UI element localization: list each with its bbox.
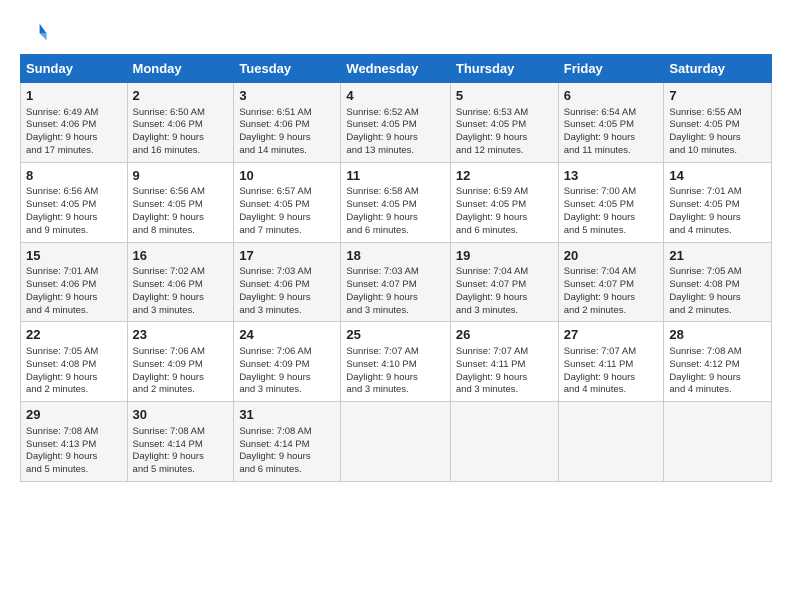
day-number: 5: [456, 87, 553, 105]
day-number: 12: [456, 167, 553, 185]
day-number: 14: [669, 167, 766, 185]
calendar-cell: 9Sunrise: 6:56 AMSunset: 4:05 PMDaylight…: [127, 162, 234, 242]
day-number: 6: [564, 87, 659, 105]
calendar-cell: 24Sunrise: 7:06 AMSunset: 4:09 PMDayligh…: [234, 322, 341, 402]
day-number: 13: [564, 167, 659, 185]
calendar-cell: 8Sunrise: 6:56 AMSunset: 4:05 PMDaylight…: [21, 162, 128, 242]
calendar-cell: 12Sunrise: 6:59 AMSunset: 4:05 PMDayligh…: [450, 162, 558, 242]
calendar-cell: 25Sunrise: 7:07 AMSunset: 4:10 PMDayligh…: [341, 322, 450, 402]
day-number: 10: [239, 167, 335, 185]
calendar-cell: 27Sunrise: 7:07 AMSunset: 4:11 PMDayligh…: [558, 322, 664, 402]
calendar-cell: 22Sunrise: 7:05 AMSunset: 4:08 PMDayligh…: [21, 322, 128, 402]
calendar-body: 1Sunrise: 6:49 AMSunset: 4:06 PMDaylight…: [21, 83, 772, 482]
day-number: 27: [564, 326, 659, 344]
calendar-cell: 3Sunrise: 6:51 AMSunset: 4:06 PMDaylight…: [234, 83, 341, 163]
calendar-cell: 26Sunrise: 7:07 AMSunset: 4:11 PMDayligh…: [450, 322, 558, 402]
calendar-cell: 4Sunrise: 6:52 AMSunset: 4:05 PMDaylight…: [341, 83, 450, 163]
day-number: 21: [669, 247, 766, 265]
weekday-header-wednesday: Wednesday: [341, 55, 450, 83]
calendar-cell: 5Sunrise: 6:53 AMSunset: 4:05 PMDaylight…: [450, 83, 558, 163]
day-number: 24: [239, 326, 335, 344]
calendar-cell: 13Sunrise: 7:00 AMSunset: 4:05 PMDayligh…: [558, 162, 664, 242]
calendar-cell: [664, 402, 772, 482]
calendar-cell: 19Sunrise: 7:04 AMSunset: 4:07 PMDayligh…: [450, 242, 558, 322]
week-row-2: 8Sunrise: 6:56 AMSunset: 4:05 PMDaylight…: [21, 162, 772, 242]
page: SundayMondayTuesdayWednesdayThursdayFrid…: [0, 0, 792, 492]
calendar-cell: 1Sunrise: 6:49 AMSunset: 4:06 PMDaylight…: [21, 83, 128, 163]
calendar-cell: [558, 402, 664, 482]
calendar-table: SundayMondayTuesdayWednesdayThursdayFrid…: [20, 54, 772, 482]
day-number: 3: [239, 87, 335, 105]
day-number: 8: [26, 167, 122, 185]
calendar-cell: 20Sunrise: 7:04 AMSunset: 4:07 PMDayligh…: [558, 242, 664, 322]
week-row-4: 22Sunrise: 7:05 AMSunset: 4:08 PMDayligh…: [21, 322, 772, 402]
calendar-cell: 14Sunrise: 7:01 AMSunset: 4:05 PMDayligh…: [664, 162, 772, 242]
week-row-1: 1Sunrise: 6:49 AMSunset: 4:06 PMDaylight…: [21, 83, 772, 163]
calendar-cell: 15Sunrise: 7:01 AMSunset: 4:06 PMDayligh…: [21, 242, 128, 322]
calendar-cell: 23Sunrise: 7:06 AMSunset: 4:09 PMDayligh…: [127, 322, 234, 402]
calendar-cell: [341, 402, 450, 482]
calendar-cell: 29Sunrise: 7:08 AMSunset: 4:13 PMDayligh…: [21, 402, 128, 482]
weekday-header-tuesday: Tuesday: [234, 55, 341, 83]
logo-icon: [20, 18, 48, 46]
day-number: 7: [669, 87, 766, 105]
day-number: 31: [239, 406, 335, 424]
day-number: 1: [26, 87, 122, 105]
day-number: 11: [346, 167, 444, 185]
weekday-header-monday: Monday: [127, 55, 234, 83]
calendar-cell: 21Sunrise: 7:05 AMSunset: 4:08 PMDayligh…: [664, 242, 772, 322]
day-number: 16: [133, 247, 229, 265]
calendar-cell: 2Sunrise: 6:50 AMSunset: 4:06 PMDaylight…: [127, 83, 234, 163]
weekday-header-friday: Friday: [558, 55, 664, 83]
weekday-row: SundayMondayTuesdayWednesdayThursdayFrid…: [21, 55, 772, 83]
day-number: 17: [239, 247, 335, 265]
day-number: 26: [456, 326, 553, 344]
calendar-cell: 17Sunrise: 7:03 AMSunset: 4:06 PMDayligh…: [234, 242, 341, 322]
day-number: 23: [133, 326, 229, 344]
day-number: 29: [26, 406, 122, 424]
day-number: 2: [133, 87, 229, 105]
day-number: 19: [456, 247, 553, 265]
calendar-cell: 10Sunrise: 6:57 AMSunset: 4:05 PMDayligh…: [234, 162, 341, 242]
day-number: 22: [26, 326, 122, 344]
day-number: 25: [346, 326, 444, 344]
weekday-header-thursday: Thursday: [450, 55, 558, 83]
day-number: 18: [346, 247, 444, 265]
weekday-header-saturday: Saturday: [664, 55, 772, 83]
day-number: 30: [133, 406, 229, 424]
day-number: 20: [564, 247, 659, 265]
logo: [20, 18, 52, 46]
calendar-cell: 28Sunrise: 7:08 AMSunset: 4:12 PMDayligh…: [664, 322, 772, 402]
calendar-cell: 11Sunrise: 6:58 AMSunset: 4:05 PMDayligh…: [341, 162, 450, 242]
calendar-header: SundayMondayTuesdayWednesdayThursdayFrid…: [21, 55, 772, 83]
week-row-3: 15Sunrise: 7:01 AMSunset: 4:06 PMDayligh…: [21, 242, 772, 322]
calendar-cell: 7Sunrise: 6:55 AMSunset: 4:05 PMDaylight…: [664, 83, 772, 163]
calendar-cell: [450, 402, 558, 482]
day-number: 9: [133, 167, 229, 185]
day-number: 15: [26, 247, 122, 265]
calendar-cell: 31Sunrise: 7:08 AMSunset: 4:14 PMDayligh…: [234, 402, 341, 482]
calendar-cell: 18Sunrise: 7:03 AMSunset: 4:07 PMDayligh…: [341, 242, 450, 322]
header: [20, 18, 772, 46]
day-number: 4: [346, 87, 444, 105]
day-number: 28: [669, 326, 766, 344]
calendar-cell: 6Sunrise: 6:54 AMSunset: 4:05 PMDaylight…: [558, 83, 664, 163]
weekday-header-sunday: Sunday: [21, 55, 128, 83]
calendar-cell: 30Sunrise: 7:08 AMSunset: 4:14 PMDayligh…: [127, 402, 234, 482]
week-row-5: 29Sunrise: 7:08 AMSunset: 4:13 PMDayligh…: [21, 402, 772, 482]
calendar-cell: 16Sunrise: 7:02 AMSunset: 4:06 PMDayligh…: [127, 242, 234, 322]
